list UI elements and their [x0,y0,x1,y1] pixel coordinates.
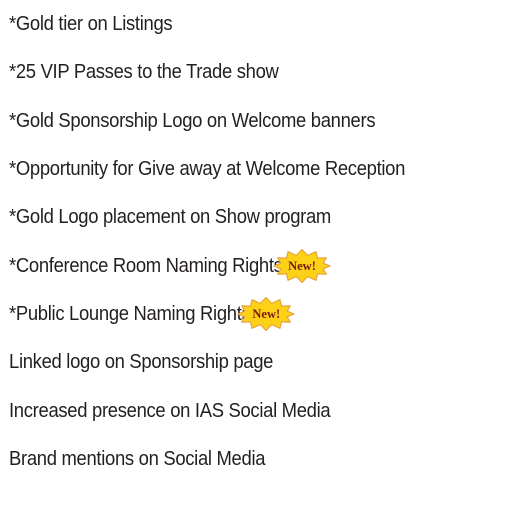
benefit-label: *Conference Room Naming Rights [9,253,283,277]
benefits-list: *Gold tier on Listings *25 VIP Passes to… [9,0,532,483]
benefit-logo-show-program: *Gold Logo placement on Show program [9,193,532,241]
benefit-linked-logo-sponsorship-page: Linked logo on Sponsorship page [9,338,532,386]
benefit-label: Brand mentions on Social Media [9,446,266,470]
new-badge: New! [273,248,331,283]
benefit-label: *Gold Logo placement on Show program [9,205,331,229]
benefit-label: *Gold Sponsorship Logo on Welcome banner… [9,108,376,132]
new-badge-label: New! [288,258,316,273]
benefit-give-away-reception: *Opportunity for Give away at Welcome Re… [9,145,532,193]
new-badge-label: New! [252,306,281,321]
benefit-gold-tier-listings: *Gold tier on Listings [9,0,532,48]
benefit-label: Linked logo on Sponsorship page [9,350,274,374]
benefit-conference-room-naming: *Conference Room Naming Rights New! [9,241,532,289]
benefit-ias-social-media-presence: Increased presence on IAS Social Media [9,386,532,434]
benefit-public-lounge-naming: *Public Lounge Naming Rights New! [9,290,532,338]
benefit-label: Increased presence on IAS Social Media [9,398,331,422]
benefit-sponsorship-logo-banners: *Gold Sponsorship Logo on Welcome banner… [9,97,532,145]
new-badge: New! [237,296,295,331]
benefit-vip-passes: *25 VIP Passes to the Trade show [9,48,532,96]
benefit-label: *Public Lounge Naming Rights [9,301,251,325]
benefit-label: *25 VIP Passes to the Trade show [9,60,279,84]
benefit-label: *Opportunity for Give away at Welcome Re… [9,157,406,181]
benefit-label: *Gold tier on Listings [9,12,173,36]
benefit-brand-mentions-social-media: Brand mentions on Social Media [9,435,532,483]
